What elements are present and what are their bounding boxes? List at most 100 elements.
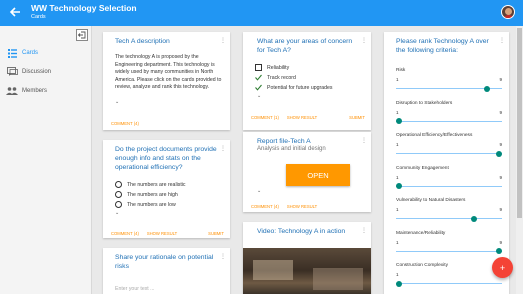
submit-button[interactable]: SUBMIT [208,231,224,236]
comment-button[interactable]: COMMENT (4) [251,204,279,209]
user-avatar[interactable] [501,5,515,19]
description-card: Tech A description ⋮ The technology A is… [103,32,230,130]
sidebar-item-members[interactable]: Members [6,85,47,97]
slider-thumb[interactable] [483,85,490,92]
more-options-icon[interactable]: ⋮ [361,37,367,44]
criterion-scale: 19 [396,207,502,212]
sidebar-item-label: Discussion [22,69,52,75]
scrollbar[interactable] [516,26,523,294]
more-options-icon[interactable]: ⋮ [220,253,226,260]
criterion-label: Disruption to Stakeholders [396,100,453,106]
project-docs-card: Do the project documents provide enough … [103,140,230,238]
slider-thumb[interactable] [496,248,502,254]
slider-track[interactable] [396,283,502,284]
docs-option-high[interactable]: The numbers are high [115,191,178,198]
scale-min: 1 [396,174,399,180]
slider-thumb[interactable] [396,183,402,189]
scale-min: 1 [396,272,399,277]
comment-button[interactable]: COMMENT (4) [111,121,139,126]
rationale-card: Share your rationale on potential risks … [103,248,230,294]
criterion-scale: 19 [396,110,502,115]
concern-option-upgrades[interactable]: Potential for future upgrades [255,84,332,91]
slider-track[interactable] [396,185,502,187]
scale-min: 1 [396,77,399,82]
chevron-down-icon[interactable]: ⌄ [257,188,261,194]
criterion-scale: 19 [396,142,502,147]
criterion-label: Maintenance/Reliability [396,230,446,236]
card-subtitle: Analysis and initial design [257,146,326,152]
criterion-label: Community Engagement [396,165,449,171]
submit-button[interactable]: SUBMIT [349,115,365,120]
chevron-down-icon[interactable]: ⌄ [257,93,261,99]
scale-max: 9 [499,77,502,82]
chevron-down-icon[interactable]: ⌄ [115,210,119,216]
scale-max: 9 [499,109,502,115]
comment-button[interactable]: COMMENT (1) [251,115,279,120]
docs-option-low[interactable]: The numbers are low [115,201,176,208]
scale-max: 9 [499,142,502,147]
checkbox-icon[interactable] [255,64,262,71]
card-actions: COMMENT (4) SHOW RESULT [243,204,371,209]
app-title: WW Technology Selection [31,3,137,13]
concern-option-track-record[interactable]: Track record [255,74,296,81]
add-button[interactable]: + [492,257,513,278]
radio-icon[interactable] [115,191,122,198]
more-options-icon[interactable]: ⋮ [361,137,367,144]
card-actions: COMMENT (1) SHOW RESULT SUBMIT [243,115,371,120]
more-options-icon[interactable]: ⋮ [361,227,367,234]
chevron-down-icon[interactable]: ⌄ [115,99,119,105]
rationale-input[interactable]: Enter your text ... [115,286,215,294]
concern-card: What are your areas of concern for Tech … [243,32,371,130]
cards-icon [6,47,18,59]
slider-track[interactable] [396,153,502,154]
card-body: The technology A is proposed by the Engi… [115,54,222,91]
video-player[interactable] [243,248,371,294]
checkmark-icon[interactable] [255,74,262,81]
radio-icon[interactable] [115,201,122,208]
more-options-icon[interactable]: ⋮ [220,37,226,44]
more-options-icon[interactable]: ⋮ [220,145,226,152]
criterion-label: Risk [396,68,406,73]
card-actions: COMMENT (4) SHOW RESULT SUBMIT [103,231,230,236]
card-title: Video: Technology A in action [257,228,346,235]
slider-track[interactable] [396,218,502,219]
scale-min: 1 [396,239,399,245]
concern-option-reliability[interactable]: Reliability [255,64,289,71]
comment-button[interactable]: COMMENT (4) [111,231,139,236]
video-card: Video: Technology A in action ⋮ [243,222,371,294]
show-result-button[interactable]: SHOW RESULT [287,204,317,209]
sidebar-item-label: Cards [22,50,39,56]
slider-thumb[interactable] [471,215,477,222]
collapse-sidebar-button[interactable] [76,29,88,41]
slider-thumb[interactable] [396,118,402,124]
scale-max: 9 [499,239,502,245]
checkmark-icon[interactable] [255,84,262,91]
sidebar-item-discussion[interactable]: Discussion [6,66,51,78]
slider-thumb[interactable] [396,280,402,287]
criterion-label: Construction Complexity [396,263,448,268]
radio-icon[interactable] [115,181,122,188]
criterion-label: Vulnerability to Natural Disasters [396,198,466,203]
show-result-button[interactable]: SHOW RESULT [287,115,317,120]
ranking-card: Please rank Technology A over the follow… [384,32,509,294]
slider-track[interactable] [396,250,502,252]
scale-max: 9 [499,174,502,180]
back-arrow-icon[interactable] [8,5,22,19]
more-options-icon[interactable]: ⋮ [499,37,505,44]
criterion-scale: 19 [396,240,502,245]
docs-option-realistic[interactable]: The numbers are realistic [115,181,186,188]
show-result-button[interactable]: SHOW RESULT [147,231,177,236]
open-button[interactable]: OPEN [286,164,350,186]
sidebar-item-cards[interactable]: Cards [6,47,38,59]
slider-track[interactable] [396,120,502,122]
scale-min: 1 [396,207,399,212]
discussion-icon [6,66,18,78]
card-title: Please rank Technology A over the follow… [396,38,489,54]
card-actions: COMMENT (4) [103,121,230,126]
card-title: Report file-Tech A [257,138,311,145]
slider-thumb[interactable] [496,150,502,157]
criterion-label: Operational Efficiency/Effectiveness [396,133,473,138]
report-card: Report file-Tech A ⋮ Analysis and initia… [243,132,371,212]
app-header: WW Technology Selection Cards [0,0,523,26]
criterion-scale: 19 [396,175,502,180]
